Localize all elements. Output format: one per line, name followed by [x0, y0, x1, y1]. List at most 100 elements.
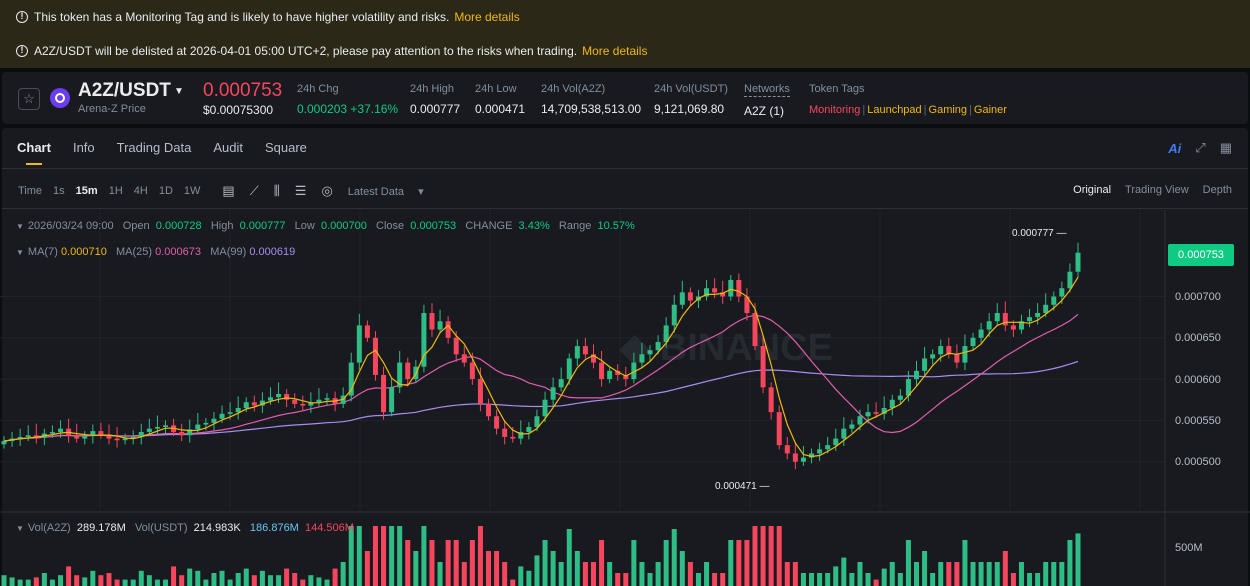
ai-button[interactable]: Ai	[1168, 141, 1181, 156]
candle-body	[227, 412, 233, 414]
volume-bar	[179, 575, 185, 586]
delisting-more-details-link[interactable]: More details	[582, 44, 647, 58]
tab-square[interactable]: Square	[265, 140, 307, 165]
y-axis-tick: 0.000500	[1175, 456, 1221, 468]
stat-label: 24h Vol(A2Z)	[541, 83, 606, 95]
delisting-banner-text: A2Z/USDT will be delisted at 2026-04-01 …	[34, 44, 578, 58]
candle-body	[962, 346, 968, 363]
candle-body	[1067, 271, 1073, 289]
stat-24h-vol-usdt: 24h Vol(USDT) 9,121,069.80	[654, 83, 728, 116]
tab-audit[interactable]: Audit	[213, 140, 243, 165]
ma-legend: ▼ MA(7) 0.000710 MA(25) 0.000673 MA(99) 0…	[16, 246, 296, 258]
volume-bar	[267, 575, 273, 586]
volume-bar	[389, 526, 395, 586]
candle-type-icon[interactable]: ⫼	[274, 183, 280, 199]
volume-bar	[889, 562, 895, 586]
volume-bar	[502, 562, 508, 586]
monitoring-banner: ! This token has a Monitoring Tag and is…	[0, 0, 1250, 34]
usd-price: $0.00075300	[203, 103, 274, 117]
candle-body	[324, 398, 330, 400]
volume-bar	[913, 562, 919, 586]
volume-bar	[58, 575, 64, 586]
indicator-icon[interactable]: ⟋	[250, 183, 259, 199]
target-icon[interactable]: ◎	[321, 183, 332, 199]
volume-bar	[800, 573, 806, 586]
settings-list-icon[interactable]: ☰	[295, 183, 307, 199]
volume-bar	[219, 570, 225, 586]
volume-bar	[574, 551, 580, 586]
volume-bar	[461, 562, 467, 586]
interval-1w[interactable]: 1W	[184, 185, 201, 197]
view-depth[interactable]: Depth	[1203, 184, 1232, 196]
volume-bar	[865, 573, 871, 586]
volume-bar	[332, 568, 338, 586]
expand-icon[interactable]: ⤢	[1195, 140, 1205, 156]
candle-body	[647, 350, 653, 355]
volume-bar	[405, 540, 411, 586]
volume-bar	[114, 579, 120, 586]
interval-4h[interactable]: 4H	[134, 185, 148, 197]
tag-monitoring[interactable]: Monitoring	[809, 104, 860, 116]
calendar-icon[interactable]: ▤	[222, 183, 234, 199]
favorite-star-icon[interactable]: ☆	[18, 88, 40, 110]
monitoring-more-details-link[interactable]: More details	[454, 10, 519, 24]
volume-bar	[704, 562, 710, 586]
tab-trading-data[interactable]: Trading Data	[117, 140, 192, 165]
view-trading-view[interactable]: Trading View	[1125, 184, 1189, 196]
pair-dropdown-caret-icon[interactable]: ▼	[174, 86, 184, 97]
candle-body	[970, 337, 976, 347]
volume-bar	[1002, 551, 1008, 586]
volume-bar	[211, 573, 217, 586]
candle-body	[98, 431, 104, 435]
volume-bar	[171, 566, 177, 586]
candle-body	[502, 428, 508, 437]
candle-body	[364, 325, 370, 338]
view-original[interactable]: Original	[1073, 184, 1111, 196]
interval-15m[interactable]: 15m	[76, 185, 98, 197]
grid-layout-icon[interactable]: ▦	[1220, 140, 1232, 156]
token-tags-label: Token Tags	[809, 83, 865, 95]
interval-1s[interactable]: 1s	[53, 185, 65, 197]
volume-bar	[752, 526, 758, 586]
candle-body	[978, 329, 984, 338]
interval-time[interactable]: Time	[18, 185, 42, 197]
stat-value: 0.000777	[410, 102, 461, 116]
volume-bar	[905, 540, 911, 586]
candle-body	[687, 292, 693, 301]
y-axis-tick: 0.000700	[1175, 291, 1221, 303]
tag-gainer[interactable]: Gainer	[974, 104, 1007, 116]
candle-body	[817, 449, 823, 454]
candle-body	[913, 370, 919, 380]
stat-24h-change: 24h Chg 0.000203 +37.16%	[297, 83, 398, 116]
tag-gaming[interactable]: Gaming	[929, 104, 968, 116]
latest-data-dropdown[interactable]: Latest Data ▾	[348, 185, 424, 198]
tag-launchpad[interactable]: Launchpad	[867, 104, 921, 116]
volume-bar	[41, 573, 47, 586]
volume-bar	[195, 570, 201, 586]
candle-body	[736, 279, 742, 297]
stat-networks[interactable]: Networks A2Z (1)	[744, 83, 790, 118]
interval-1d[interactable]: 1D	[159, 185, 173, 197]
candle-body	[284, 393, 290, 400]
pair-symbol[interactable]: A2Z/USDT	[78, 80, 171, 102]
volume-bar	[259, 570, 265, 586]
candle-body	[1, 441, 7, 445]
interval-1h[interactable]: 1H	[109, 185, 123, 197]
candle-body	[461, 354, 467, 363]
volume-bar	[251, 575, 257, 586]
candle-body	[251, 402, 257, 406]
volume-bar	[954, 562, 960, 586]
candle-body	[122, 438, 128, 441]
tab-chart[interactable]: Chart	[17, 140, 51, 165]
y-axis-tick: 0.000550	[1175, 415, 1221, 427]
info-icon: !	[16, 11, 28, 23]
volume-bar	[340, 562, 346, 586]
token-logo	[50, 88, 70, 108]
chart-tools: Ai ⤢ ▦	[1168, 140, 1232, 156]
current-price-tag: 0.000753	[1168, 244, 1234, 266]
volume-bar	[590, 562, 596, 586]
volume-bar	[130, 579, 136, 586]
volume-bar	[1010, 573, 1016, 586]
volume-bar	[736, 540, 742, 586]
tab-info[interactable]: Info	[73, 140, 95, 165]
